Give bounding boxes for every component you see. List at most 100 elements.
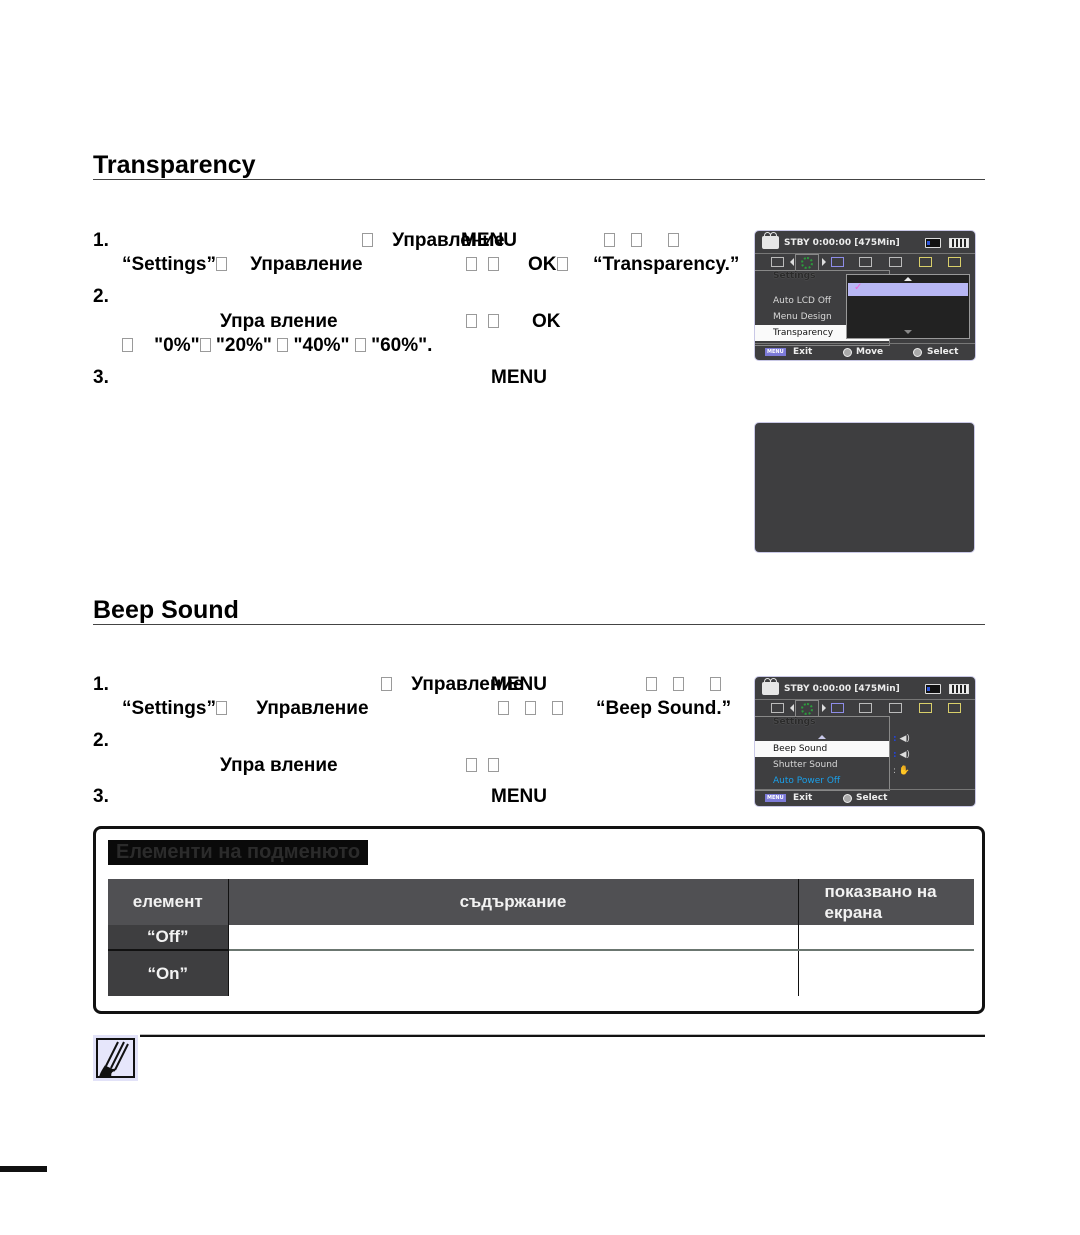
grid-icon	[771, 703, 784, 713]
row-content	[228, 949, 799, 996]
table-row: “Off”	[108, 925, 974, 950]
scroll-down-icon	[904, 330, 912, 334]
menu-button-tag: MENU	[765, 348, 786, 356]
speaker-icon: ◀)	[899, 750, 910, 760]
lcd-status-bar: STBY 0:00:00 [475Min]	[759, 678, 971, 699]
ok-key-label: OK	[532, 311, 561, 332]
gear-icon	[801, 703, 813, 715]
missing-glyphs	[604, 231, 680, 250]
camera-mode-icon	[762, 678, 779, 695]
table-row: “On”	[108, 949, 974, 996]
lcd-menu-item: Shutter Sound	[773, 760, 838, 770]
scroll-up-icon	[904, 277, 912, 281]
hand-icon: ✋	[898, 766, 911, 776]
camera-lcd-beep-sound: STBY 0:00:00 [475Min] Settings Beep Soun…	[754, 676, 976, 807]
beep-value: : ◀)	[893, 734, 910, 744]
select-label: Select	[927, 347, 959, 357]
select-button-icon	[913, 348, 922, 357]
shutter-value: : ◀)	[893, 750, 910, 760]
menu-tab-icon	[831, 257, 844, 267]
option-40: "40%"	[293, 335, 350, 356]
camera-lcd-preview	[754, 422, 975, 553]
option-list: "0%" "20%" "40%" "60%".	[122, 336, 432, 355]
lcd-status-text: STBY 0:00:00 [475Min]	[784, 684, 900, 694]
step-number: 1.	[93, 674, 109, 695]
lcd-menu-item-selected: Beep Sound	[755, 741, 889, 757]
section-title-beep-sound: Beep Sound	[93, 598, 985, 625]
header-item: елемент	[108, 879, 229, 925]
ratio-tab-icon	[919, 257, 932, 267]
row-display	[798, 925, 974, 950]
lcd-menu-item: Auto Power Off	[773, 776, 841, 786]
move-label: Move	[856, 347, 884, 357]
header-display: показвано на екрана	[798, 879, 974, 925]
step-number: 2.	[93, 730, 109, 751]
grid-icon	[771, 257, 784, 267]
submenu-items-box: Елементи на подменюто елемент съдържание…	[93, 826, 985, 1014]
select-button-icon	[843, 794, 852, 803]
display-tab-icon	[859, 703, 872, 713]
lcd-menu-header: Settings	[773, 717, 816, 727]
auto-power-value: : ✋	[893, 766, 911, 776]
lcd-footer: MENU Exit Select	[755, 789, 975, 806]
arrow-right-icon	[822, 258, 826, 266]
lcd-footer: MENU Exit Move Select	[755, 343, 975, 360]
settings-quote: “Settings”	[122, 254, 216, 275]
option-20: "20%"	[215, 335, 272, 356]
missing-glyphs	[646, 675, 722, 694]
menu-tab-icon	[831, 703, 844, 713]
menu-key-label: MENU	[491, 674, 547, 695]
step-text: “Settings” Управление	[122, 699, 369, 718]
step-word: Управление	[250, 254, 363, 275]
camera-mode-icon	[762, 232, 779, 249]
memory-card-icon	[925, 684, 941, 694]
section-title-transparency: Transparency	[93, 153, 985, 180]
wide-tab-icon	[948, 703, 961, 713]
lcd-status-bar: STBY 0:00:00 [475Min]	[759, 232, 971, 253]
lcd-status-text: STBY 0:00:00 [475Min]	[784, 238, 900, 248]
gear-icon	[801, 257, 813, 269]
battery-icon	[949, 238, 969, 248]
lcd-tab-bar	[755, 699, 975, 717]
storage-tab-icon	[889, 257, 902, 267]
target-menu-label: “Transparency.”	[593, 254, 740, 275]
submenu-table: елемент съдържание показвано на екрана “…	[108, 879, 974, 996]
arrow-left-icon	[790, 704, 794, 712]
note-divider	[140, 1034, 985, 1037]
select-label: Select	[856, 793, 888, 803]
arrow-left-icon	[790, 258, 794, 266]
row-content	[228, 925, 799, 950]
menu-key-label: MENU	[461, 230, 517, 251]
memory-card-icon	[925, 238, 941, 248]
note-pencil-icon	[93, 1035, 138, 1081]
step-number: 1.	[93, 230, 109, 251]
menu-key-label: MENU	[491, 786, 547, 807]
step-word: Упра вление	[220, 755, 338, 776]
lcd-settings-menu: Settings Beep Sound Shutter Sound Auto P…	[755, 716, 890, 791]
exit-label: Exit	[793, 347, 813, 357]
move-joystick-icon	[843, 348, 852, 357]
display-tab-icon	[859, 257, 872, 267]
target-menu-label: “Beep Sound.”	[596, 698, 732, 719]
ok-key-label: OK	[528, 255, 568, 274]
step-word: Упра вление	[220, 311, 338, 332]
missing-glyphs	[466, 312, 499, 331]
step-number: 3.	[93, 367, 109, 388]
missing-glyphs	[466, 756, 499, 775]
submenu-title: Елементи на подменюто	[108, 840, 369, 865]
scroll-up-icon	[818, 735, 826, 739]
step-text: “Settings” Управление	[122, 255, 363, 274]
row-item: “On”	[108, 949, 229, 996]
option-60: "60%".	[371, 335, 433, 356]
battery-icon	[949, 684, 969, 694]
speaker-icon: ◀)	[899, 734, 910, 744]
step-word: Управление	[256, 698, 369, 719]
page-marker	[0, 1166, 47, 1172]
arrow-right-icon	[822, 704, 826, 712]
selected-option-highlight	[848, 282, 968, 296]
camera-lcd-transparency: STBY 0:00:00 [475Min] Settings Auto LCD …	[754, 230, 976, 361]
header-content: съдържание	[228, 879, 799, 925]
row-item: “Off”	[108, 925, 229, 950]
missing-glyph	[362, 233, 373, 247]
settings-quote: “Settings”	[122, 698, 216, 719]
